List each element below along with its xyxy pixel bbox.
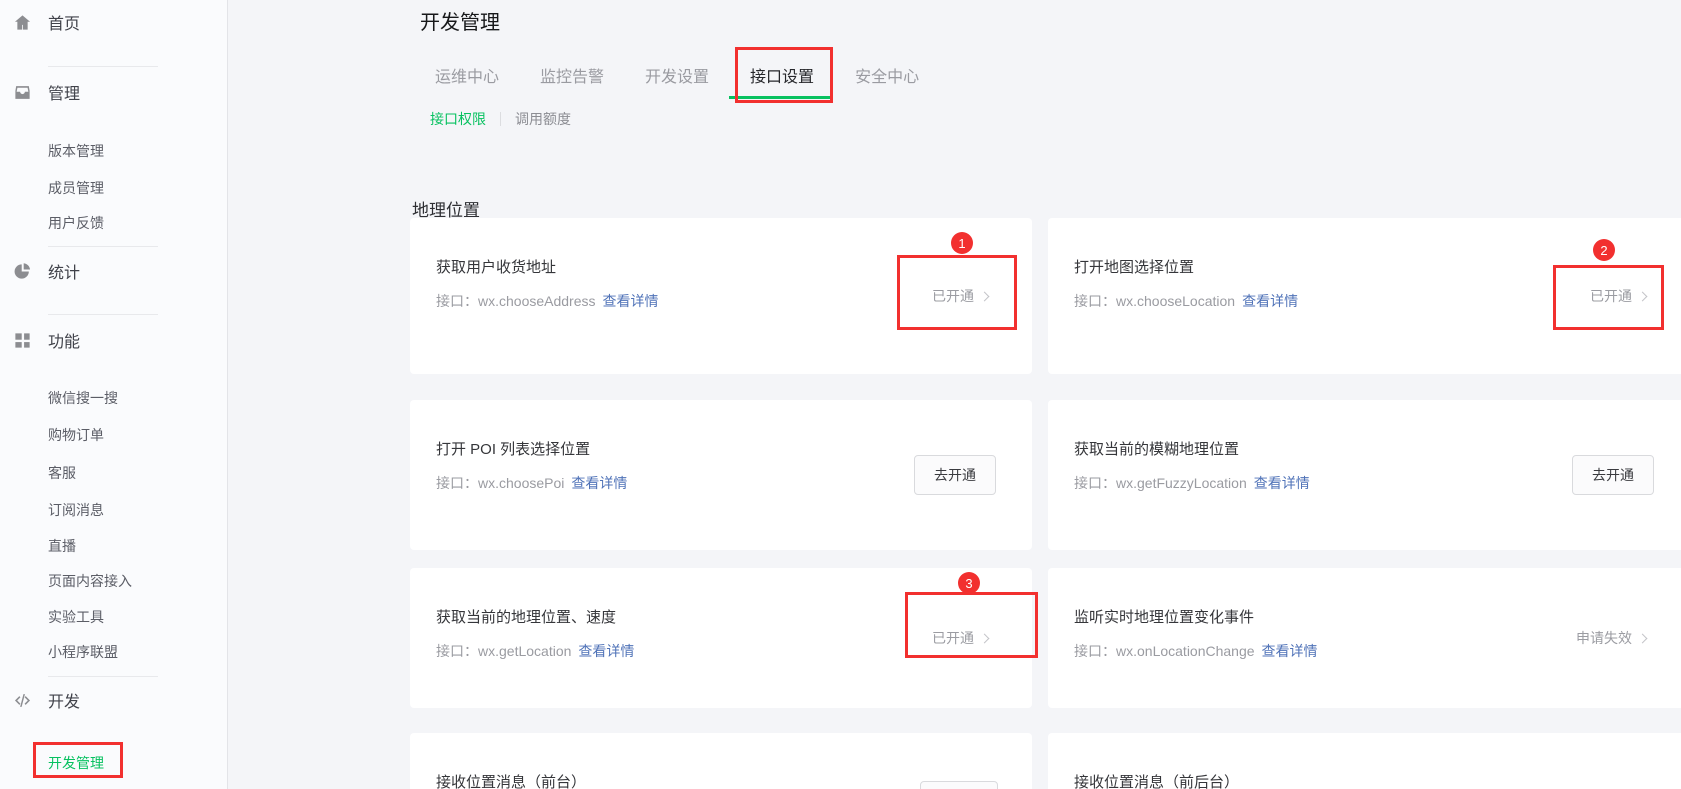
subtab-interface-permissions[interactable]: 接口权限 xyxy=(430,109,486,129)
sidebar-divider xyxy=(48,246,158,247)
sidebar-item-live[interactable]: 直播 xyxy=(48,536,76,556)
api-card-choose-poi: 打开 POI 列表选择位置 接口：wx.choosePoi 查看详情 去开通 xyxy=(410,400,1032,550)
status-label: 申请失效 xyxy=(1576,628,1632,648)
home-icon xyxy=(12,12,32,32)
sidebar-item-subscribe-message[interactable]: 订阅消息 xyxy=(48,500,104,520)
api-prefix-label: 接口： xyxy=(436,475,478,491)
api-prefix-label: 接口： xyxy=(436,293,478,309)
api-card-receive-location-foreground: 接收位置消息（前台） xyxy=(410,733,1032,789)
api-card-title: 接收位置消息（前后台） xyxy=(1048,733,1681,789)
status-label: 已开通 xyxy=(932,628,974,648)
sidebar-item-miniprogram-alliance[interactable]: 小程序联盟 xyxy=(48,642,118,662)
api-prefix-label: 接口： xyxy=(1074,475,1116,491)
api-card-get-location: 获取当前的地理位置、速度 接口：wx.getLocation 查看详情 已开通 xyxy=(410,568,1032,708)
sidebar: 首页 管理 版本管理 成员管理 用户反馈 统计 功能 微信搜一搜 购物订单 xyxy=(0,0,228,789)
api-card-title: 打开 POI 列表选择位置 xyxy=(410,400,1032,459)
api-prefix-label: 接口： xyxy=(1074,643,1116,659)
subtab-bar: 接口权限 调用额度 xyxy=(430,109,571,129)
chevron-right-icon xyxy=(1638,633,1648,643)
api-card-title: 监听实时地理位置变化事件 xyxy=(1048,568,1681,627)
status-label: 已开通 xyxy=(1590,286,1632,306)
tab-security-center[interactable]: 安全中心 xyxy=(855,63,919,87)
api-card-title: 获取用户收货地址 xyxy=(410,218,1032,277)
sidebar-divider xyxy=(48,66,158,67)
code-icon xyxy=(12,690,32,710)
chevron-right-icon xyxy=(1638,291,1648,301)
api-name: wx.getLocation xyxy=(478,643,571,659)
api-card-title: 打开地图选择位置 xyxy=(1048,218,1681,277)
status-application-expired[interactable]: 申请失效 xyxy=(1576,628,1646,648)
tab-bar: 运维中心 监控告警 开发设置 接口设置 安全中心 xyxy=(435,63,919,87)
view-details-link[interactable]: 查看详情 xyxy=(1262,643,1318,659)
api-card-subtitle: 接口：wx.chooseLocation 查看详情 xyxy=(1048,277,1681,311)
tab-dev-settings[interactable]: 开发设置 xyxy=(645,63,709,87)
sidebar-item-member-manage[interactable]: 成员管理 xyxy=(48,178,104,198)
sidebar-item-label: 管理 xyxy=(48,80,80,104)
api-card-choose-address: 获取用户收货地址 接口：wx.chooseAddress 查看详情 已开通 xyxy=(410,218,1032,374)
api-name: wx.chooseAddress xyxy=(478,293,596,309)
status-opened[interactable]: 已开通 xyxy=(1590,286,1646,306)
view-details-link[interactable]: 查看详情 xyxy=(1254,475,1310,491)
sidebar-item-label: 开发 xyxy=(48,688,80,712)
active-tab-underline xyxy=(729,96,831,99)
api-name: wx.chooseLocation xyxy=(1116,293,1235,309)
tab-interface-settings[interactable]: 接口设置 xyxy=(750,63,814,87)
chevron-right-icon xyxy=(980,633,990,643)
sidebar-divider xyxy=(48,314,158,315)
sidebar-item-wechat-search[interactable]: 微信搜一搜 xyxy=(48,388,118,408)
api-card-on-location-change: 监听实时地理位置变化事件 接口：wx.onLocationChange查看详情 … xyxy=(1048,568,1681,708)
sidebar-item-label: 统计 xyxy=(48,259,80,283)
subtab-divider xyxy=(500,112,501,126)
sidebar-item-version-manage[interactable]: 版本管理 xyxy=(48,141,104,161)
sidebar-item-shopping-orders[interactable]: 购物订单 xyxy=(48,425,104,445)
sidebar-item-label: 首页 xyxy=(48,10,80,34)
status-opened[interactable]: 已开通 xyxy=(932,286,988,306)
tab-monitor-alert[interactable]: 监控告警 xyxy=(540,63,604,87)
grid-icon xyxy=(12,330,32,350)
page-title: 开发管理 xyxy=(420,6,500,35)
api-card-receive-location-fore-background: 接收位置消息（前后台） xyxy=(1048,733,1681,789)
subtab-call-quota[interactable]: 调用额度 xyxy=(515,109,571,129)
api-prefix-label: 接口： xyxy=(436,643,478,659)
api-name: wx.onLocationChange xyxy=(1116,643,1255,659)
status-opened[interactable]: 已开通 xyxy=(932,628,988,648)
sidebar-item-dev-manage-active[interactable]: 开发管理 xyxy=(48,753,104,773)
go-activate-button-partial[interactable] xyxy=(920,781,998,789)
api-card-choose-location: 打开地图选择位置 接口：wx.chooseLocation 查看详情 已开通 xyxy=(1048,218,1681,374)
api-card-get-fuzzy-location: 获取当前的模糊地理位置 接口：wx.getFuzzyLocation 查看详情 去… xyxy=(1048,400,1681,550)
tab-operations-center[interactable]: 运维中心 xyxy=(435,63,499,87)
go-activate-button[interactable]: 去开通 xyxy=(914,455,996,495)
api-prefix-label: 接口： xyxy=(1074,293,1116,309)
sidebar-item-page-content-access[interactable]: 页面内容接入 xyxy=(48,571,132,591)
sidebar-item-experimental-tools[interactable]: 实验工具 xyxy=(48,607,104,627)
view-details-link[interactable]: 查看详情 xyxy=(1242,293,1298,309)
status-label: 已开通 xyxy=(932,286,974,306)
chevron-right-icon xyxy=(980,291,990,301)
view-details-link[interactable]: 查看详情 xyxy=(578,643,634,659)
api-card-title: 获取当前的模糊地理位置 xyxy=(1048,400,1681,459)
sidebar-item-customer-service[interactable]: 客服 xyxy=(48,463,76,483)
sidebar-item-label: 功能 xyxy=(48,328,80,352)
api-card-title: 获取当前的地理位置、速度 xyxy=(410,568,1032,627)
wechat-miniprogram-console: 首页 管理 版本管理 成员管理 用户反馈 统计 功能 微信搜一搜 购物订单 xyxy=(0,0,1681,789)
go-activate-button[interactable]: 去开通 xyxy=(1572,455,1654,495)
inbox-icon xyxy=(12,82,32,102)
view-details-link[interactable]: 查看详情 xyxy=(603,293,659,309)
api-name: wx.choosePoi xyxy=(478,475,564,491)
sidebar-item-user-feedback[interactable]: 用户反馈 xyxy=(48,213,104,233)
api-name: wx.getFuzzyLocation xyxy=(1116,475,1247,491)
sidebar-divider xyxy=(48,676,158,677)
pie-chart-icon xyxy=(12,261,32,281)
view-details-link[interactable]: 查看详情 xyxy=(571,475,627,491)
